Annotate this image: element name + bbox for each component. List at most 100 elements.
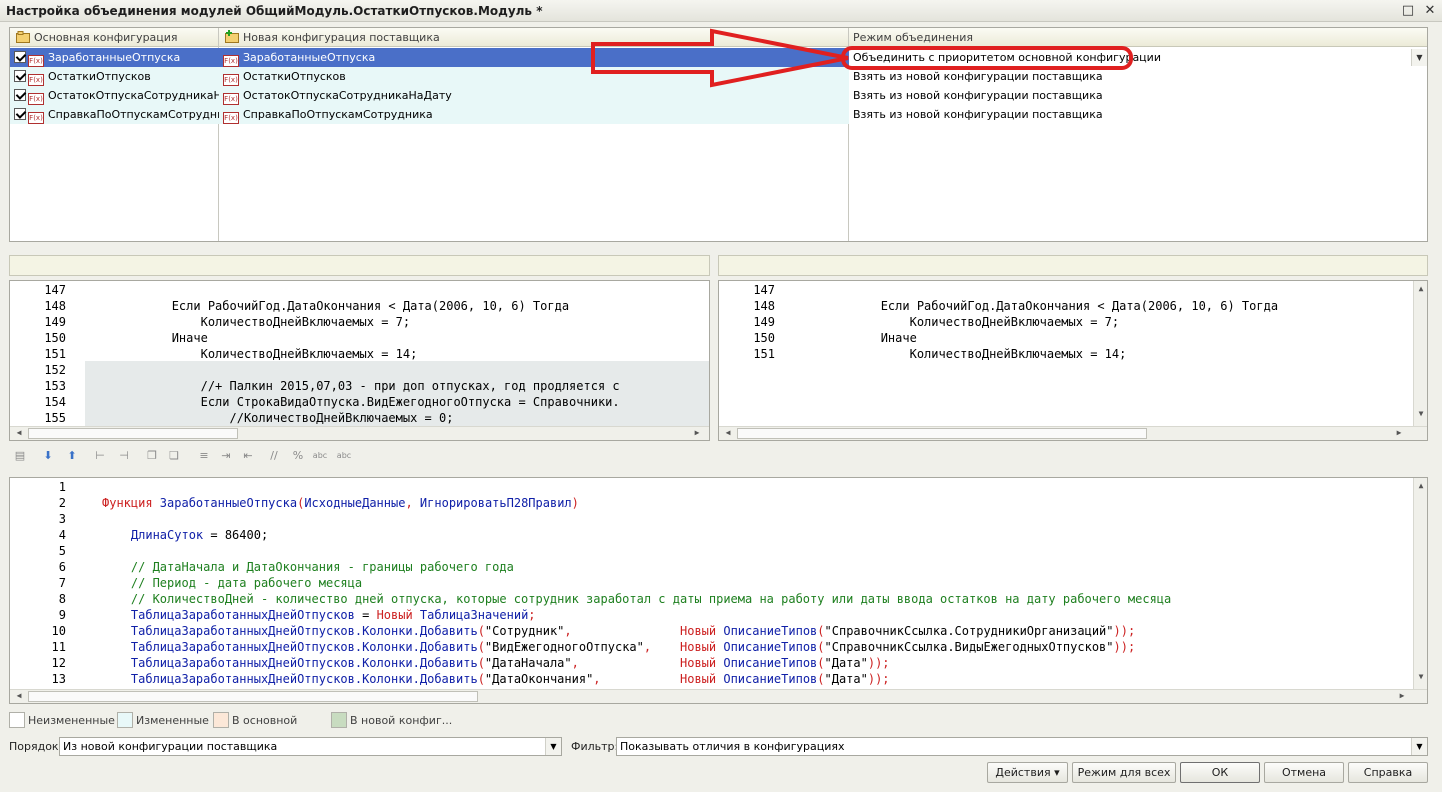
order-select[interactable]: Из новой конфигурации поставщика ▼	[59, 737, 562, 756]
code-text: КоличествоДнейВключаемых = 7;	[85, 315, 411, 329]
result-code-pane[interactable]: 1 2 Функция ЗаработанныеОтпуска(ИсходныеДа…	[9, 477, 1428, 704]
scroll-thumb[interactable]	[28, 691, 478, 702]
code-text: // ДатаНачала и ДатаОкончания - границы …	[102, 560, 514, 574]
scroll-left-icon[interactable]: ◀	[12, 691, 26, 700]
grid-cell-main[interactable]: F(x) ОстаткиОтпусков	[10, 67, 219, 86]
code-text: //КоличествоДнейВключаемых = 0;	[85, 411, 454, 425]
row-checkbox[interactable]	[14, 70, 26, 82]
help-button[interactable]: Справка	[1348, 762, 1428, 783]
scroll-up-icon[interactable]: ▲	[1414, 481, 1427, 490]
code-text: // Период - дата рабочего месяца	[102, 576, 363, 590]
spellcheck-clear-icon[interactable]: abc	[334, 448, 354, 464]
main-code-pane[interactable]: 147 148 Если РабочийГод.ДатаОкончания < Д…	[9, 280, 710, 441]
legend-label: Измененные	[136, 714, 209, 727]
code-text: Если РабочийГод.ДатаОкончания < Дата(200…	[794, 299, 1279, 313]
maximize-icon[interactable]: □	[1400, 3, 1416, 19]
line-number: 150	[753, 331, 775, 345]
copy-icon[interactable]: ❐	[144, 448, 160, 464]
line-number: 150	[44, 331, 66, 345]
indent-left-icon[interactable]: ⇤	[240, 448, 256, 464]
merge-mode-select[interactable]: Объединить с приоритетом основной конфиг…	[849, 48, 1427, 67]
chevron-down-icon[interactable]: ▼	[1411, 738, 1427, 755]
grid-cell-vendor-text: ОстаткиОтпусков	[243, 70, 346, 83]
paste-icon[interactable]: ❏	[166, 448, 182, 464]
mode-for-all-button[interactable]: Режим для всех	[1072, 762, 1176, 783]
code-text: Иначе	[85, 331, 208, 345]
indent-icon[interactable]: ≡	[196, 448, 212, 464]
indent-right-icon[interactable]: ⇥	[218, 448, 234, 464]
column-header-vendor[interactable]: Новая конфигурация поставщика	[219, 28, 849, 47]
grid-cell-vendor[interactable]: F(x) ОстаткиОтпусков	[219, 67, 849, 86]
close-icon[interactable]: ✕	[1422, 3, 1438, 19]
grid-row[interactable]: F(x) ОстаткиОтпусков F(x) ОстаткиОтпусков …	[10, 67, 1427, 86]
line-number: 7	[58, 576, 66, 590]
horizontal-scrollbar[interactable]: ◀ ▶	[10, 689, 1427, 703]
grid-row[interactable]: F(x) СправкаПоОтпускамСотрудни... F(x) Спр…	[10, 105, 1427, 124]
legend-swatch	[9, 712, 25, 728]
scroll-right-icon[interactable]: ▶	[1392, 428, 1406, 437]
grid-cell-vendor[interactable]: F(x) ОстатокОтпускаСотрудникаНаДату	[219, 86, 849, 105]
merge-mode-cell[interactable]: Взять из новой конфигурации поставщика	[849, 105, 1427, 124]
line-number: 1	[58, 480, 66, 494]
grid-cell-main-text: ЗаработанныеОтпуска	[48, 51, 181, 64]
line-number: 8	[58, 592, 66, 606]
chevron-down-icon[interactable]: ▼	[1411, 49, 1427, 66]
vendor-code-pane[interactable]: 147 148 Если РабочийГод.ДатаОкончания < Д…	[718, 280, 1428, 441]
scroll-up-icon[interactable]: ▲	[1414, 284, 1427, 293]
uncomment-icon[interactable]: %	[290, 448, 306, 464]
legend-swatch	[213, 712, 229, 728]
line-number: 4	[58, 528, 66, 542]
arrow-down-icon[interactable]: ⬇	[40, 448, 56, 464]
code-text: Если РабочийГод.ДатаОкончания < Дата(200…	[85, 299, 570, 313]
column-header-main[interactable]: Основная конфигурация	[10, 28, 219, 47]
grid-cell-main[interactable]: F(x) ОстатокОтпускаСотрудникаНа...	[10, 86, 219, 105]
grid-row[interactable]: F(x) ОстатокОтпускаСотрудникаНа... F(x) Ос…	[10, 86, 1427, 105]
code-text: ТаблицаЗаработанныхДнейОтпусков.Колонки.…	[102, 672, 890, 686]
vertical-scrollbar[interactable]: ▲ ▼	[1413, 281, 1427, 426]
scroll-thumb[interactable]	[28, 428, 238, 439]
scroll-left-icon[interactable]: ◀	[12, 428, 26, 437]
actions-button[interactable]: Действия ▾	[987, 762, 1068, 783]
row-checkbox[interactable]	[14, 108, 26, 120]
tree-collapse-icon[interactable]: ⊣	[116, 448, 132, 464]
column-header-mode[interactable]: Режим объединения	[849, 28, 1427, 47]
arrow-up-icon[interactable]: ⬆	[64, 448, 80, 464]
spellcheck-icon[interactable]: abc	[310, 448, 330, 464]
scroll-thumb[interactable]	[737, 428, 1147, 439]
grid-cell-main[interactable]: F(x) ЗаработанныеОтпуска	[10, 48, 219, 67]
merge-mode-cell[interactable]: Взять из новой конфигурации поставщика	[849, 67, 1427, 86]
grid-cell-vendor[interactable]: F(x) СправкаПоОтпускамСотрудника	[219, 105, 849, 124]
scroll-right-icon[interactable]: ▶	[690, 428, 704, 437]
scroll-right-icon[interactable]: ▶	[1395, 691, 1409, 700]
config-icon	[16, 31, 30, 43]
row-checkbox[interactable]	[14, 89, 26, 101]
grid-cell-vendor[interactable]: F(x) ЗаработанныеОтпуска	[219, 48, 849, 67]
line-number: 151	[753, 347, 775, 361]
filter-select[interactable]: Показывать отличия в конфигурациях ▼	[616, 737, 1428, 756]
cancel-button[interactable]: Отмена	[1264, 762, 1344, 783]
grid-cell-vendor-text: СправкаПоОтпускамСотрудника	[243, 108, 433, 121]
line-number: 154	[44, 395, 66, 409]
grid-cell-main[interactable]: F(x) СправкаПоОтпускамСотрудни...	[10, 105, 219, 124]
horizontal-scrollbar[interactable]: ◀ ▶	[10, 426, 709, 440]
scroll-left-icon[interactable]: ◀	[721, 428, 735, 437]
line-number: 151	[44, 347, 66, 361]
ok-button[interactable]: ОК	[1180, 762, 1260, 783]
code-text: КоличествоДнейВключаемых = 14;	[794, 347, 1127, 361]
code-text: Иначе	[794, 331, 917, 345]
modules-grid: Основная конфигурация Новая конфигурация…	[9, 27, 1428, 242]
grid-row[interactable]: F(x) ЗаработанныеОтпуска F(x) Заработанные…	[10, 48, 1427, 67]
merge-mode-cell[interactable]: Взять из новой конфигурации поставщика	[849, 86, 1427, 105]
comment-icon[interactable]: //	[266, 448, 282, 464]
tree-icon[interactable]: ⊢	[92, 448, 108, 464]
function-icon: F(x)	[28, 55, 44, 67]
scroll-down-icon[interactable]: ▼	[1414, 409, 1427, 418]
scroll-down-icon[interactable]: ▼	[1414, 672, 1427, 681]
grid-cell-vendor-text: ЗаработанныеОтпуска	[243, 51, 376, 64]
horizontal-scrollbar[interactable]: ◀ ▶	[719, 426, 1427, 440]
chevron-down-icon[interactable]: ▼	[545, 738, 561, 755]
module-icon[interactable]: ▤	[12, 448, 28, 464]
legend-label: В основной	[232, 714, 298, 727]
row-checkbox[interactable]	[14, 51, 26, 63]
vertical-scrollbar[interactable]: ▲ ▼	[1413, 478, 1427, 689]
